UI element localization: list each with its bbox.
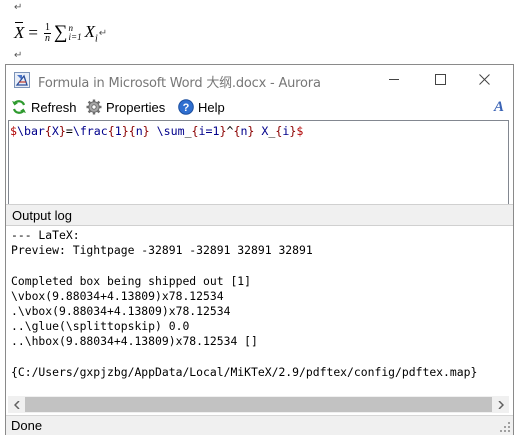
fraction-denominator: n	[44, 32, 50, 44]
latex-token: =	[65, 124, 73, 138]
log-line: Completed box being shipped out [1]	[11, 273, 252, 288]
log-line: --- LaTeX:	[11, 228, 80, 242]
minimize-button[interactable]	[372, 65, 417, 94]
paragraph-mark: ↵	[14, 50, 23, 61]
latex-token: {	[107, 124, 115, 138]
latex-token: \sum	[149, 124, 185, 138]
log-line: ..\hbox(9.88034+4.13809)x78.12534 []	[11, 334, 258, 349]
latex-token: i=1	[198, 124, 220, 138]
latex-token: }	[142, 124, 150, 138]
window-title: Formula in Microsoft Word 大纲.docx - Auro…	[38, 76, 321, 91]
aurora-app-icon	[14, 72, 30, 88]
properties-button[interactable]: Properties	[86, 97, 165, 117]
minimize-icon	[389, 79, 399, 80]
latex-token: $	[10, 124, 17, 138]
latex-token: _	[184, 124, 192, 138]
refresh-icon	[12, 100, 26, 114]
horizontal-scrollbar[interactable]	[8, 396, 509, 413]
close-button[interactable]	[462, 65, 507, 94]
term-subscript: i	[95, 33, 98, 45]
status-text: Done	[11, 418, 43, 433]
latex-token: \bar	[16, 124, 45, 138]
resize-grip-icon[interactable]	[499, 421, 511, 433]
close-icon	[479, 74, 490, 85]
latex-source[interactable]: $\bar{X}=\frac{1}{n} \sum_{i=1}^{n} X_{i…	[10, 124, 303, 138]
sum-lower-limit: i=1	[68, 32, 82, 43]
latex-token: n	[135, 124, 143, 138]
output-log[interactable]: --- LaTeX: Preview: Tightpage -32891 -328…	[8, 227, 509, 415]
log-line: ..\glue(\splittopskip) 0.0	[11, 319, 190, 334]
font-icon: A	[493, 99, 504, 115]
aurora-window: Formula in Microsoft Word 大纲.docx - Auro…	[5, 64, 514, 435]
log-line: \vbox(9.88034+4.13809)x78.12534	[11, 288, 224, 303]
help-button[interactable]: ? Help	[178, 97, 225, 117]
maximize-icon	[435, 74, 446, 85]
svg-text:?: ?	[183, 102, 190, 114]
latex-token: X	[254, 124, 269, 138]
sigma-symbol: ∑	[53, 22, 68, 44]
maximize-button[interactable]	[418, 65, 463, 94]
scroll-thumb[interactable]	[25, 397, 492, 412]
status-bar: Done	[6, 415, 513, 435]
latex-token: {	[191, 124, 199, 138]
properties-label: Properties	[106, 99, 166, 115]
document-formula[interactable]: X = 1 n ∑ n i=1 Xi ↵	[14, 22, 107, 44]
paragraph-mark: ↵	[98, 27, 108, 39]
term-base: X	[84, 22, 95, 41]
latex-token: $	[296, 124, 304, 138]
formula-sum: ∑ n i=1	[53, 22, 82, 44]
latex-token: \frac	[72, 124, 108, 138]
formula-fraction: 1 n	[43, 22, 51, 44]
gear-icon	[86, 99, 102, 115]
font-button[interactable]: A	[494, 98, 504, 116]
toolbar: Refresh Properties ? Help	[6, 94, 513, 120]
paragraph-mark: ↵	[14, 2, 23, 13]
scroll-left-button[interactable]	[8, 396, 25, 413]
sum-limits: n i=1	[69, 24, 82, 42]
title-bar[interactable]: Formula in Microsoft Word 大纲.docx - Auro…	[6, 65, 513, 94]
latex-token: {	[44, 124, 52, 138]
output-log-header: Output log	[6, 204, 513, 226]
scroll-right-button[interactable]	[492, 396, 509, 413]
log-line: Preview: Tightpage -32891 -32891 32891 3…	[11, 243, 313, 258]
latex-token: 1	[114, 124, 122, 138]
latex-token: X	[51, 124, 59, 138]
formula-term: Xi	[85, 22, 98, 44]
latex-token: }	[58, 124, 66, 138]
help-icon: ?	[178, 99, 194, 115]
refresh-button[interactable]: Refresh	[11, 97, 77, 117]
latex-token: {	[128, 124, 136, 138]
formula-equals: =	[28, 23, 38, 43]
output-log-title: Output log	[12, 208, 72, 223]
chevron-left-icon	[13, 400, 20, 409]
help-label: Help	[198, 99, 225, 115]
log-line: {C:/Users/gxpjzbg/AppData/Local/MiKTeX/2…	[11, 364, 478, 379]
chevron-right-icon	[497, 400, 504, 409]
formula-xbar: X	[14, 22, 25, 43]
refresh-label: Refresh	[31, 99, 77, 115]
output-log-lines: --- LaTeX: Preview: Tightpage -32891 -328…	[11, 228, 477, 380]
latex-token: }	[121, 124, 129, 138]
log-line: .\vbox(9.88034+4.13809)x78.12534	[11, 304, 231, 319]
